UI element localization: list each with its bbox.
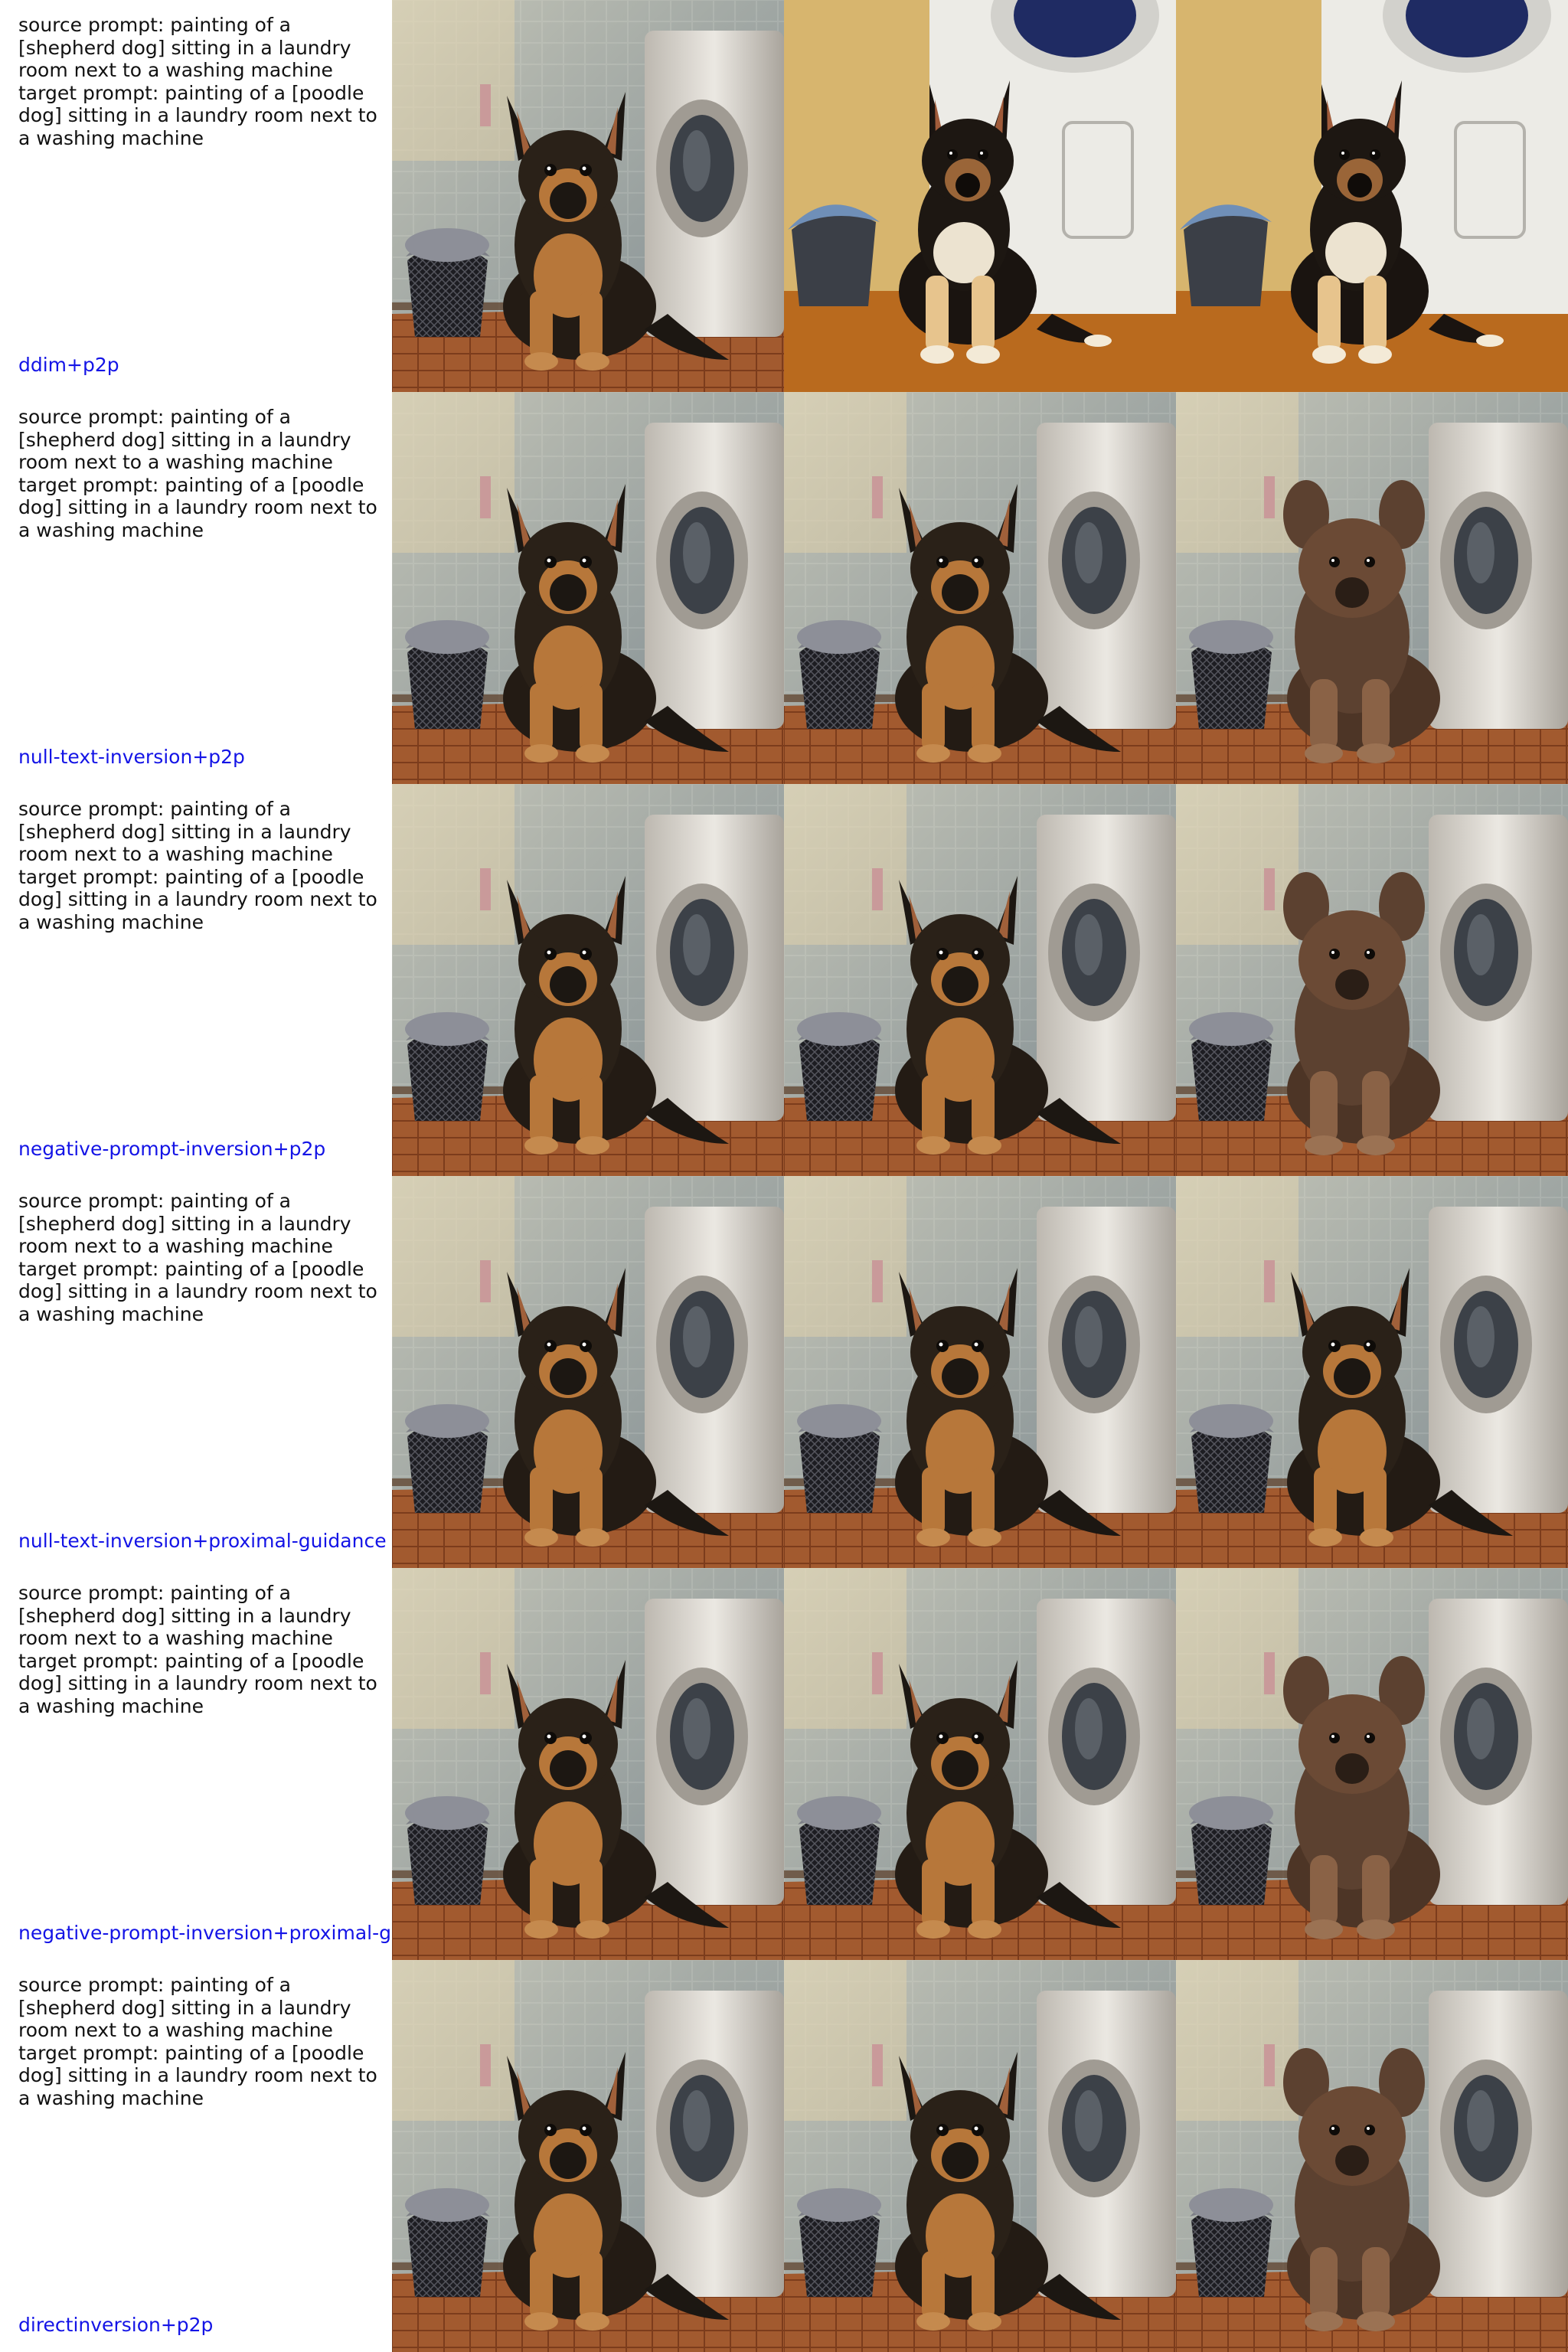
edited-image: [1176, 784, 1568, 1176]
method-label: null-text-inversion+p2p: [18, 746, 245, 768]
prompt-line: a washing machine: [18, 1694, 204, 1717]
prompt-line: target prompt: painting of a [poodle: [18, 81, 364, 104]
reconstruction-image: [784, 392, 1176, 784]
prompt-text: source prompt: painting of a [shepherd d…: [18, 14, 378, 149]
method-row: source prompt: painting of a [shepherd d…: [0, 0, 1568, 392]
label-cell: source prompt: painting of a [shepherd d…: [0, 1176, 392, 1568]
method-label: directinversion+p2p: [18, 2314, 214, 2336]
source-image: [392, 0, 784, 392]
prompt-text: source prompt: painting of a [shepherd d…: [18, 406, 378, 541]
prompt-line: room next to a washing machine: [18, 59, 333, 81]
prompt-line: source prompt: painting of a: [18, 1974, 292, 1996]
prompt-line: source prompt: painting of a: [18, 1582, 292, 1604]
edited-image: [1176, 0, 1568, 392]
prompt-line: dog] sitting in a laundry room next to: [18, 1280, 377, 1302]
source-image: [392, 392, 784, 784]
label-cell: source prompt: painting of a [shepherd d…: [0, 1960, 392, 2352]
prompt-line: a washing machine: [18, 126, 204, 149]
prompt-line: target prompt: painting of a [poodle: [18, 865, 364, 888]
edited-image: [1176, 1176, 1568, 1568]
source-image: [392, 1960, 784, 2352]
method-label: ddim+p2p: [18, 354, 119, 376]
label-cell: source prompt: painting of a [shepherd d…: [0, 0, 392, 392]
edited-image: [1176, 392, 1568, 784]
prompt-text: source prompt: painting of a [shepherd d…: [18, 1974, 378, 2109]
prompt-line: dog] sitting in a laundry room next to: [18, 2064, 377, 2086]
method-label: null-text-inversion+proximal-guidance: [18, 1530, 387, 1552]
method-row: source prompt: painting of a [shepherd d…: [0, 1176, 1568, 1568]
prompt-line: [shepherd dog] sitting in a laundry: [18, 1604, 351, 1627]
reconstruction-image: [784, 1960, 1176, 2352]
prompt-line: dog] sitting in a laundry room next to: [18, 496, 377, 518]
source-image: [392, 784, 784, 1176]
prompt-line: target prompt: painting of a [poodle: [18, 2041, 364, 2064]
prompt-line: dog] sitting in a laundry room next to: [18, 888, 377, 910]
prompt-line: [shepherd dog] sitting in a laundry: [18, 1212, 351, 1235]
prompt-line: target prompt: painting of a [poodle: [18, 1257, 364, 1280]
prompt-line: room next to a washing machine: [18, 1627, 333, 1649]
prompt-line: [shepherd dog] sitting in a laundry: [18, 820, 351, 843]
method-row: source prompt: painting of a [shepherd d…: [0, 392, 1568, 784]
prompt-line: a washing machine: [18, 1302, 204, 1325]
prompt-line: room next to a washing machine: [18, 1235, 333, 1257]
prompt-line: source prompt: painting of a: [18, 1190, 292, 1212]
prompt-line: a washing machine: [18, 910, 204, 933]
prompt-line: room next to a washing machine: [18, 2019, 333, 2041]
source-image: [392, 1176, 784, 1568]
comparison-grid: source prompt: painting of a [shepherd d…: [0, 0, 1568, 2352]
label-cell: source prompt: painting of a [shepherd d…: [0, 1568, 392, 1960]
prompt-line: source prompt: painting of a: [18, 406, 292, 428]
reconstruction-image: [784, 1568, 1176, 1960]
prompt-line: [shepherd dog] sitting in a laundry: [18, 428, 351, 451]
prompt-line: [shepherd dog] sitting in a laundry: [18, 1996, 351, 2019]
prompt-line: source prompt: painting of a: [18, 798, 292, 820]
prompt-line: dog] sitting in a laundry room next to: [18, 1672, 377, 1694]
prompt-line: a washing machine: [18, 518, 204, 541]
method-label: negative-prompt-inversion+p2p: [18, 1138, 326, 1160]
prompt-text: source prompt: painting of a [shepherd d…: [18, 1582, 378, 1717]
method-row: source prompt: painting of a [shepherd d…: [0, 1568, 1568, 1960]
reconstruction-image: [784, 1176, 1176, 1568]
label-cell: source prompt: painting of a [shepherd d…: [0, 784, 392, 1176]
reconstruction-image: [784, 784, 1176, 1176]
method-row: source prompt: painting of a [shepherd d…: [0, 784, 1568, 1176]
prompt-line: a washing machine: [18, 2086, 204, 2109]
prompt-line: source prompt: painting of a: [18, 14, 292, 36]
prompt-line: target prompt: painting of a [poodle: [18, 1649, 364, 1672]
prompt-line: dog] sitting in a laundry room next to: [18, 104, 377, 126]
prompt-line: [shepherd dog] sitting in a laundry: [18, 36, 351, 59]
prompt-line: room next to a washing machine: [18, 451, 333, 473]
label-cell: source prompt: painting of a [shepherd d…: [0, 392, 392, 784]
prompt-text: source prompt: painting of a [shepherd d…: [18, 798, 378, 933]
source-image: [392, 1568, 784, 1960]
method-row: source prompt: painting of a [shepherd d…: [0, 1960, 1568, 2352]
edited-image: [1176, 1960, 1568, 2352]
prompt-line: target prompt: painting of a [poodle: [18, 473, 364, 496]
method-label: negative-prompt-inversion+proximal-g: [18, 1922, 391, 1944]
edited-image: [1176, 1568, 1568, 1960]
prompt-line: room next to a washing machine: [18, 843, 333, 865]
prompt-text: source prompt: painting of a [shepherd d…: [18, 1190, 378, 1325]
reconstruction-image: [784, 0, 1176, 392]
